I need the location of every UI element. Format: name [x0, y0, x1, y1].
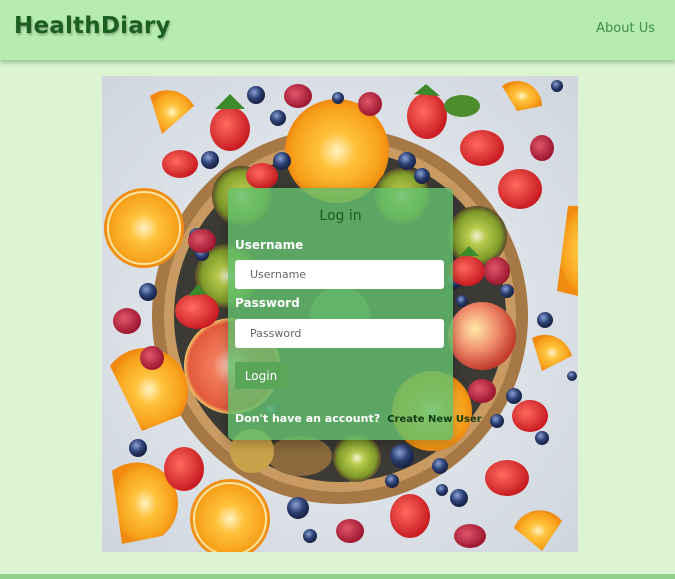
footer-bar — [0, 574, 675, 579]
signup-row: Don't have an account? Create New User — [235, 407, 482, 426]
signup-prompt: Don't have an account? — [235, 412, 381, 425]
navbar: HealthDiary About Us — [0, 0, 675, 60]
login-button[interactable]: Login — [235, 362, 287, 389]
password-label: Password — [235, 296, 300, 310]
create-new-user-link[interactable]: Create New User — [387, 414, 482, 425]
login-title: Log in — [319, 208, 362, 224]
about-us-link[interactable]: About Us — [596, 21, 655, 36]
username-input[interactable] — [235, 260, 444, 289]
password-input[interactable] — [235, 319, 444, 348]
brand-logo[interactable]: HealthDiary — [14, 13, 171, 39]
username-label: Username — [235, 238, 304, 252]
login-card: Log in Username Password Login Don't hav… — [228, 188, 482, 440]
